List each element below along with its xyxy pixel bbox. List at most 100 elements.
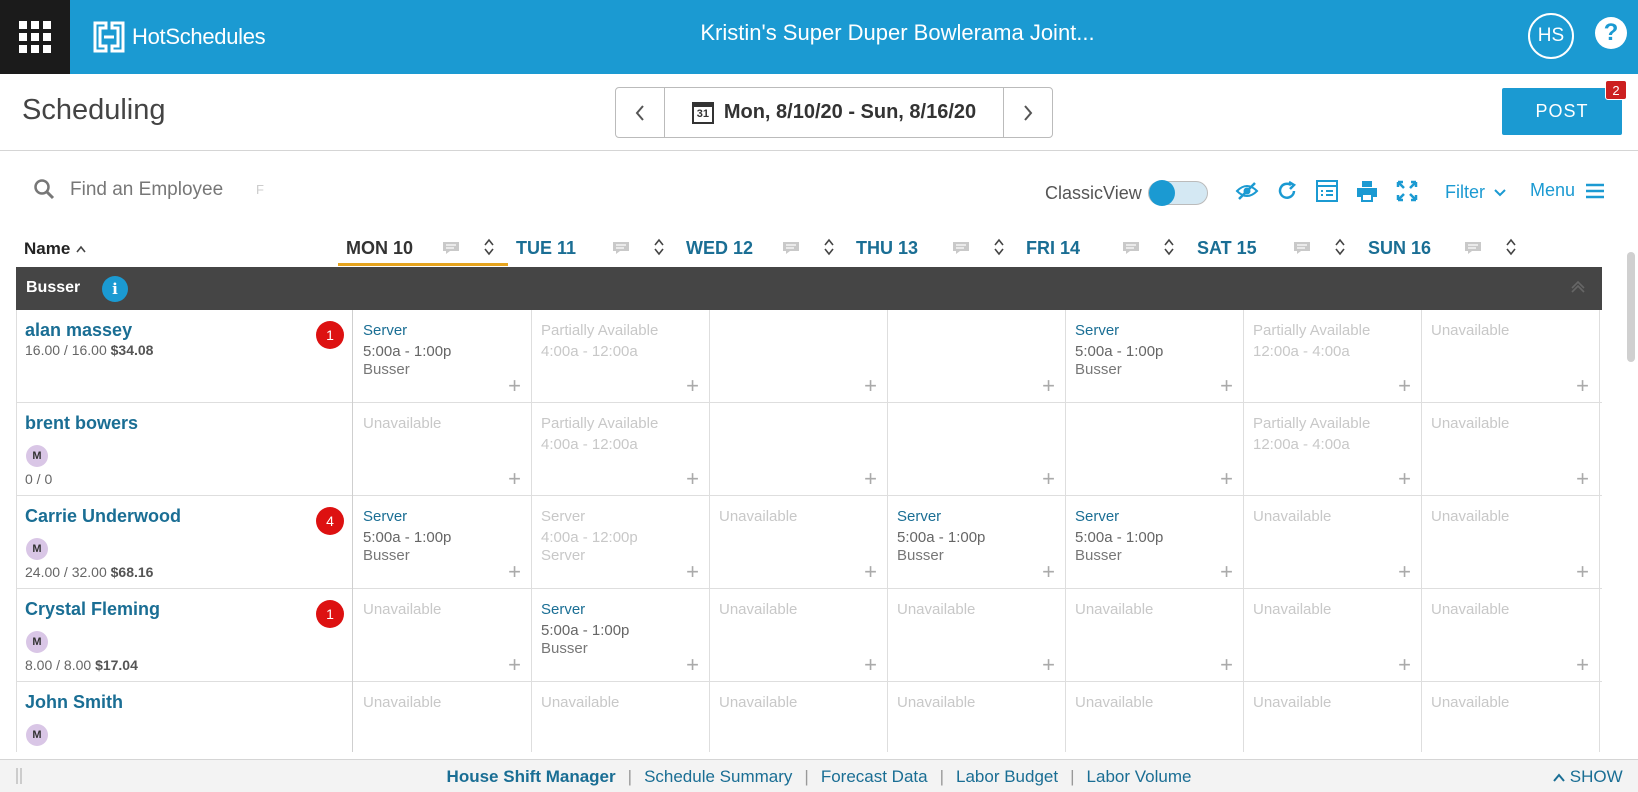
employee-name[interactable]: brent bowers <box>25 413 138 434</box>
shift-cell[interactable]: Partially Available 4:00a - 12:00a + <box>532 310 710 403</box>
shift-cell[interactable]: Unavailable + <box>710 682 888 752</box>
eye-off-icon[interactable] <box>1234 178 1260 204</box>
add-shift-icon[interactable]: + <box>508 375 521 397</box>
refresh-icon[interactable] <box>1274 178 1300 204</box>
add-shift-icon[interactable]: + <box>1576 561 1589 583</box>
add-shift-icon[interactable]: + <box>508 654 521 676</box>
add-shift-icon[interactable]: + <box>686 561 699 583</box>
shift-cell[interactable]: Partially Available 4:00a - 12:00a + <box>532 403 710 496</box>
shift-cell[interactable]: Unavailable + <box>710 589 888 682</box>
day-header-2[interactable]: WED 12 <box>678 232 848 266</box>
role-group-header[interactable]: Busser i <box>16 267 1602 310</box>
employee-name[interactable]: Crystal Fleming <box>25 599 160 620</box>
day-header-1[interactable]: TUE 11 <box>508 232 678 266</box>
add-shift-icon[interactable]: + <box>1220 747 1233 753</box>
shift-cell[interactable]: Unavailable + <box>1244 682 1422 752</box>
print-icon[interactable] <box>1354 178 1380 204</box>
sort-toggle-icon[interactable] <box>824 238 834 257</box>
prev-week-button[interactable] <box>616 88 664 137</box>
day-notes-icon[interactable] <box>1122 241 1140 255</box>
shift-cell[interactable]: Unavailable + <box>532 682 710 752</box>
shift-cell[interactable]: Server 5:00a - 1:00p Busser + <box>532 589 710 682</box>
day-header-5[interactable]: SAT 15 <box>1189 232 1359 266</box>
shift-cell[interactable]: Server 5:00a - 1:00p Busser + <box>1066 310 1244 403</box>
shift-cell[interactable]: Unavailable + <box>888 589 1066 682</box>
add-shift-icon[interactable]: + <box>1398 468 1411 490</box>
filter-dropdown[interactable]: Filter <box>1445 182 1507 203</box>
add-shift-icon[interactable]: + <box>686 468 699 490</box>
shift-cell[interactable]: + <box>888 403 1066 496</box>
shift-cell[interactable]: Server 5:00a - 1:00p Busser + <box>1066 496 1244 589</box>
sort-toggle-icon[interactable] <box>994 238 1004 257</box>
add-shift-icon[interactable]: + <box>1398 375 1411 397</box>
shift-cell[interactable]: Server 5:00a - 1:00p Busser + <box>354 496 532 589</box>
user-avatar[interactable]: HS <box>1528 13 1574 59</box>
shift-cell[interactable]: Unavailable + <box>1422 682 1600 752</box>
shift-cell[interactable]: Unavailable + <box>354 589 532 682</box>
add-shift-icon[interactable]: + <box>508 747 521 753</box>
name-column-header[interactable]: Name <box>24 232 86 266</box>
add-shift-icon[interactable]: + <box>1576 654 1589 676</box>
bottom-link-0[interactable]: House Shift Manager <box>447 767 616 787</box>
employee-name[interactable]: John Smith <box>25 692 123 713</box>
add-shift-icon[interactable]: + <box>1398 654 1411 676</box>
add-shift-icon[interactable]: + <box>1398 561 1411 583</box>
bottom-link-1[interactable]: Schedule Summary <box>644 767 792 787</box>
day-header-0[interactable]: MON 10 <box>338 232 508 266</box>
apps-grid-icon[interactable] <box>0 0 70 74</box>
add-shift-icon[interactable]: + <box>1220 375 1233 397</box>
shift-cell[interactable]: Server 4:00a - 12:00p Server + <box>532 496 710 589</box>
shift-cell[interactable]: Partially Available 12:00a - 4:00a + <box>1244 403 1422 496</box>
add-shift-icon[interactable]: + <box>1042 654 1055 676</box>
day-notes-icon[interactable] <box>782 241 800 255</box>
shift-cell[interactable]: Partially Available 12:00a - 4:00a + <box>1244 310 1422 403</box>
sort-toggle-icon[interactable] <box>1335 238 1345 257</box>
add-shift-icon[interactable]: + <box>1042 561 1055 583</box>
add-shift-icon[interactable]: + <box>1220 468 1233 490</box>
add-shift-icon[interactable]: + <box>1220 654 1233 676</box>
add-shift-icon[interactable]: + <box>686 747 699 753</box>
alert-count-badge[interactable]: 4 <box>316 507 344 535</box>
day-notes-icon[interactable] <box>612 241 630 255</box>
shift-cell[interactable]: Unavailable + <box>1244 589 1422 682</box>
day-header-6[interactable]: SUN 16 <box>1360 232 1530 266</box>
sort-toggle-icon[interactable] <box>1164 238 1174 257</box>
add-shift-icon[interactable]: + <box>1220 561 1233 583</box>
add-shift-icon[interactable]: + <box>1576 747 1589 753</box>
add-shift-icon[interactable]: + <box>686 375 699 397</box>
employee-name[interactable]: Carrie Underwood <box>25 506 181 527</box>
add-shift-icon[interactable]: + <box>864 654 877 676</box>
shift-cell[interactable]: Server 5:00a - 1:00p Busser + <box>354 310 532 403</box>
shift-cell[interactable]: Unavailable + <box>888 682 1066 752</box>
add-shift-icon[interactable]: + <box>1576 468 1589 490</box>
shift-cell[interactable]: Unavailable + <box>354 682 532 752</box>
bottom-link-2[interactable]: Forecast Data <box>821 767 928 787</box>
find-employee-input[interactable] <box>70 176 270 204</box>
day-notes-icon[interactable] <box>1293 241 1311 255</box>
week-picker[interactable]: 31 Mon, 8/10/20 - Sun, 8/16/20 <box>664 88 1004 137</box>
add-shift-icon[interactable]: + <box>864 561 877 583</box>
shift-cell[interactable]: Unavailable + <box>1066 589 1244 682</box>
show-drawer-button[interactable]: SHOW <box>1553 767 1623 787</box>
add-shift-icon[interactable]: + <box>1042 375 1055 397</box>
shift-cell[interactable]: Unavailable + <box>1422 589 1600 682</box>
add-shift-icon[interactable]: + <box>1576 375 1589 397</box>
day-header-4[interactable]: FRI 14 <box>1018 232 1188 266</box>
expand-icon[interactable] <box>1394 178 1420 204</box>
shift-cell[interactable]: Unavailable + <box>710 496 888 589</box>
shift-cell[interactable]: + <box>710 403 888 496</box>
help-icon[interactable]: ? <box>1595 17 1627 49</box>
list-view-icon[interactable] <box>1314 178 1340 204</box>
day-notes-icon[interactable] <box>442 241 460 255</box>
vertical-scrollbar[interactable] <box>1627 252 1635 362</box>
employee-name[interactable]: alan massey <box>25 320 132 341</box>
shift-cell[interactable]: Unavailable + <box>1422 403 1600 496</box>
bottom-link-3[interactable]: Labor Budget <box>956 767 1058 787</box>
shift-cell[interactable]: Unavailable + <box>1422 496 1600 589</box>
alert-count-badge[interactable]: 1 <box>316 321 344 349</box>
add-shift-icon[interactable]: + <box>864 375 877 397</box>
shift-cell[interactable]: Unavailable + <box>354 403 532 496</box>
add-shift-icon[interactable]: + <box>864 747 877 753</box>
add-shift-icon[interactable]: + <box>508 561 521 583</box>
shift-cell[interactable]: Unavailable + <box>1244 496 1422 589</box>
